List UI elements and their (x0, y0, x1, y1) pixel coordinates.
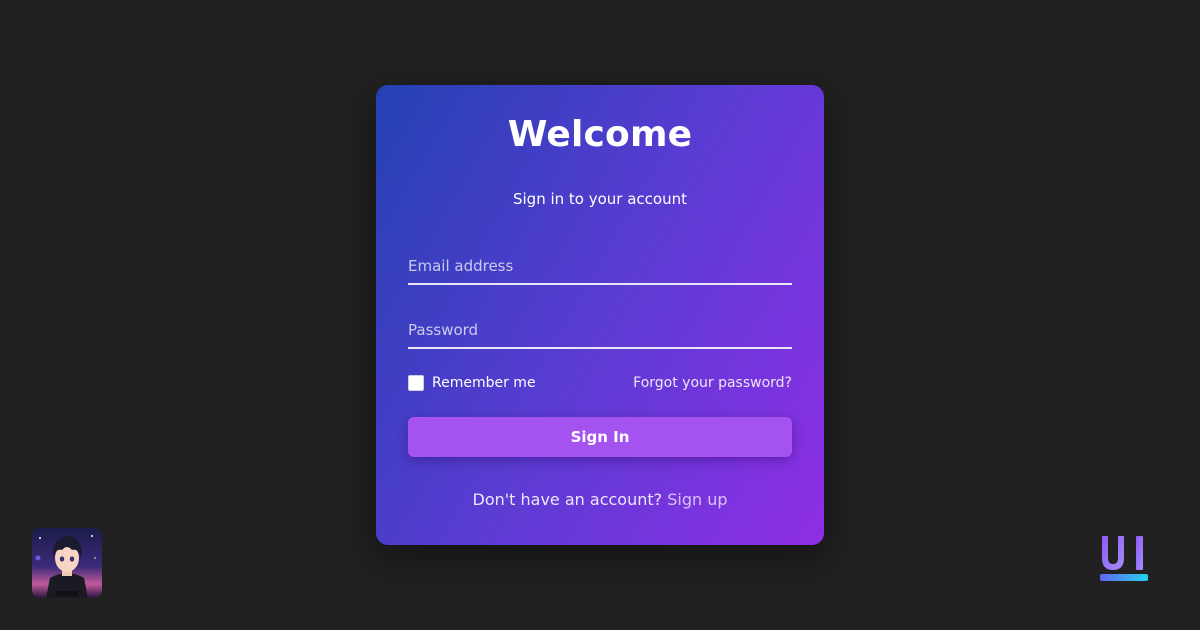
ui-logo-icon (1100, 536, 1148, 581)
signup-prompt-text: Don't have an account? (472, 490, 663, 509)
signup-prompt: Don't have an account? Sign up (376, 490, 824, 509)
sign-in-button[interactable]: Sign In (408, 417, 792, 457)
avatar-icon (32, 528, 102, 598)
password-field-wrapper (408, 313, 792, 349)
ui-logo[interactable] (1096, 534, 1152, 586)
card-title: Welcome (507, 114, 693, 155)
remember-label: Remember me (432, 375, 536, 391)
remember-checkbox[interactable] (408, 375, 424, 391)
card-subtitle: Sign in to your account (512, 190, 687, 208)
avatar[interactable] (32, 528, 102, 598)
page: Welcome Sign in to your account Remember… (0, 0, 1200, 630)
sign-up-link[interactable]: Sign up (667, 490, 727, 509)
password-field[interactable] (408, 313, 792, 347)
remember-me[interactable]: Remember me (408, 375, 536, 391)
email-field[interactable] (408, 249, 792, 283)
forgot-password-link[interactable]: Forgot your password? (633, 375, 792, 391)
email-field-wrapper (408, 249, 792, 285)
